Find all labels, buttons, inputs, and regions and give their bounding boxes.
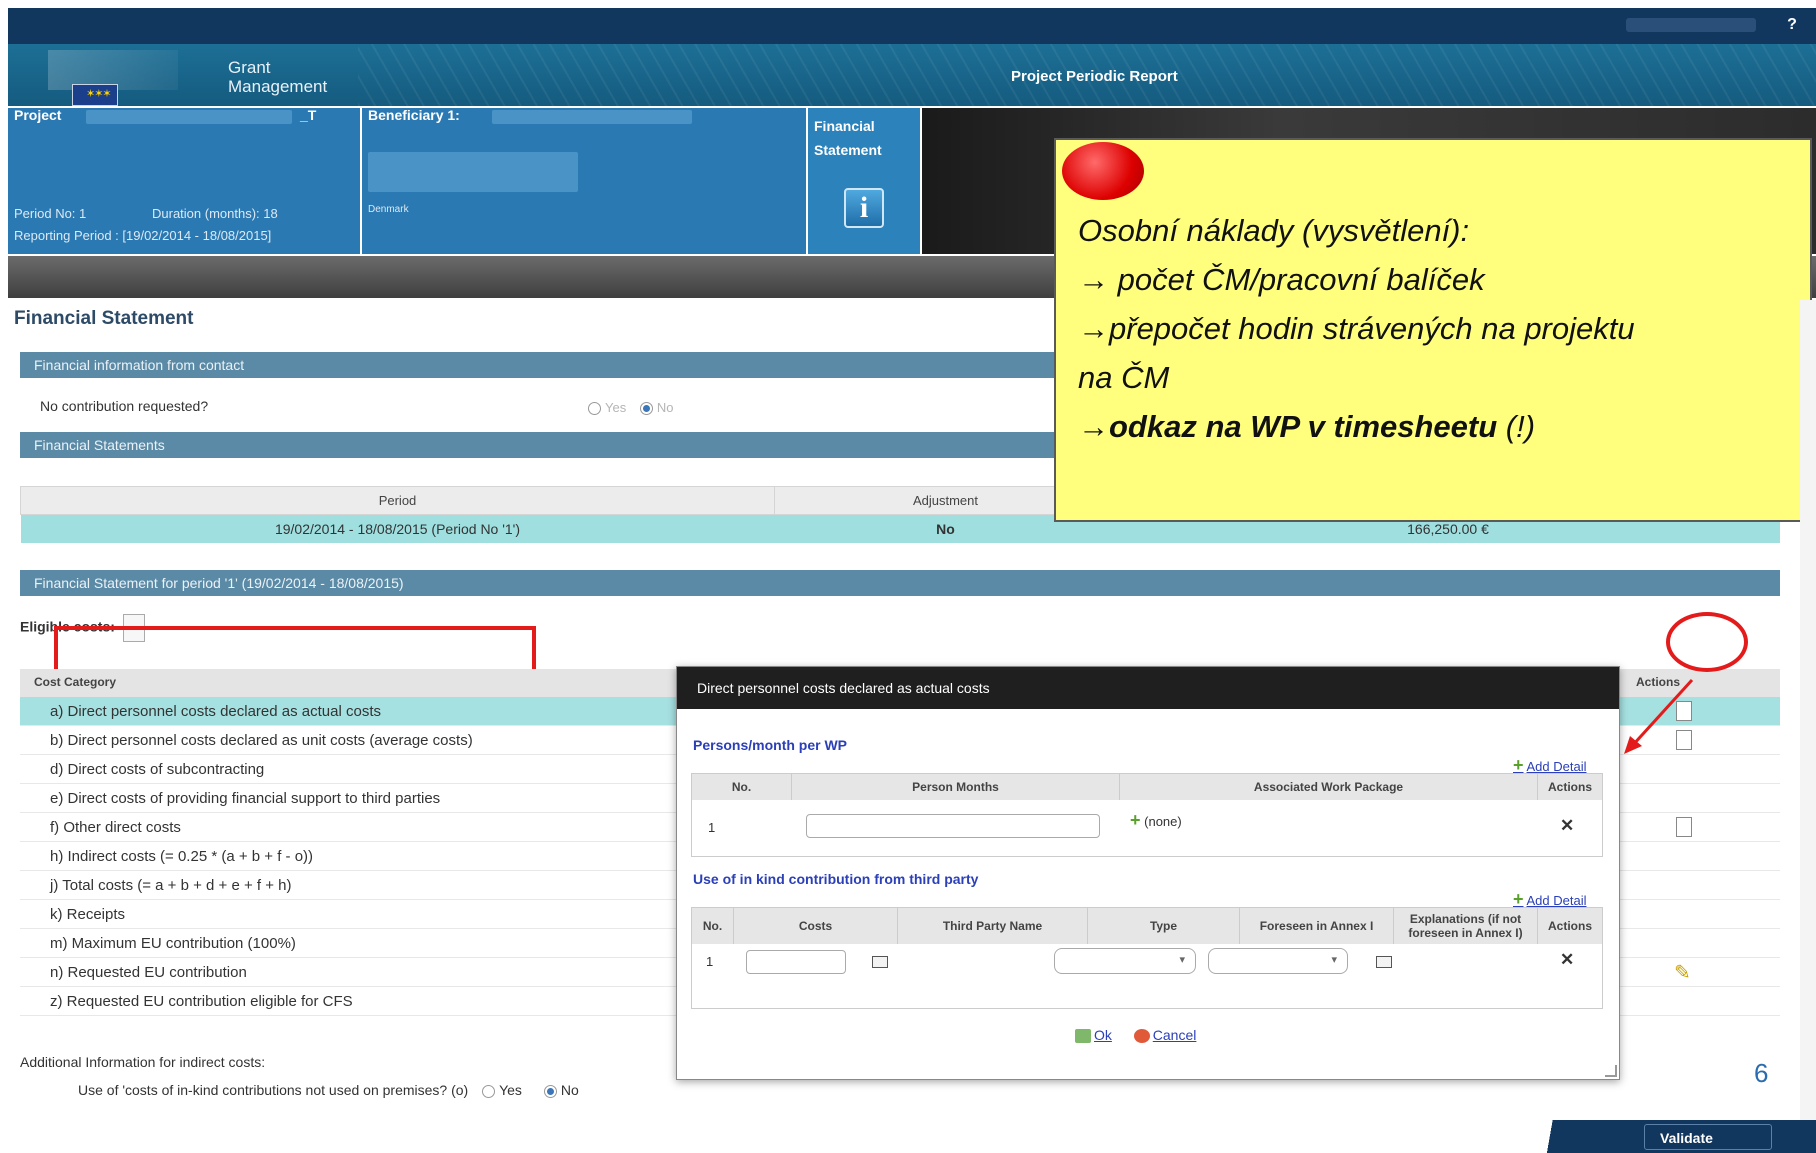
project-info-panel: Project _T Period No: 1 Duration (months… [8,107,360,254]
help-icon[interactable]: ? [1782,16,1802,36]
period-statement-header: Financial Statement for period '1' (19/0… [20,570,1780,596]
radio-no[interactable] [543,1084,557,1098]
annotation-callout: Osobní náklady (vysvětlení): → počet ČM/… [1054,138,1812,522]
beneficiary-name-redacted [492,110,692,124]
cancel-button[interactable]: Cancel [1133,1027,1196,1044]
row-number: 1 [706,954,714,969]
persons-subtitle: Persons/month per WP [693,737,848,753]
additional-question: Use of 'costs of in-kind contributions n… [78,1082,579,1098]
costs-input[interactable] [746,950,846,974]
resize-grip-icon[interactable] [1605,1065,1617,1077]
cancel-icon [1133,1029,1150,1044]
edit-text-icon[interactable] [1376,956,1392,968]
delete-icon[interactable]: ✕ [1560,950,1574,970]
radio-yes[interactable] [588,402,601,416]
app-name: Grant Management [228,58,328,96]
reporting-period: Reporting Period : [19/02/2014 - 18/08/2… [14,228,272,243]
eu-flag-icon: ✶✶✶ [72,84,118,106]
scrollbar[interactable] [1800,300,1816,1120]
beneficiary-label: Beneficiary 1: [368,107,460,123]
section-title: Financial Statement [14,308,194,329]
person-months-input[interactable] [806,814,1100,838]
beneficiary-country: Denmark [368,204,409,215]
validate-bar: Validate [1516,1120,1816,1153]
edit-icon[interactable]: ✎ [1674,960,1696,984]
financial-statement-tab[interactable]: Financial Statement i [808,108,920,254]
radio-yes[interactable] [482,1084,496,1098]
period-no: Period No: 1 [14,206,87,221]
inkind-table: No. Costs Third Party Name Type Foreseen… [691,907,1603,1009]
additional-info-title: Additional Information for indirect cost… [20,1054,266,1070]
ok-icon [1075,1029,1091,1044]
red-dot-icon [1062,142,1144,200]
no-contribution-radio: Yes No [588,400,673,416]
beneficiary-address-redacted [368,152,578,192]
row-period: 19/02/2014 - 18/08/2015 (Period No '1') [20,514,775,543]
row-number: 1 [708,820,716,835]
annotation-text: Osobní náklady (vysvětlení): → počet ČM/… [1078,213,1635,444]
work-package-select[interactable]: + (none) [1130,810,1182,831]
dialog-buttons: Ok Cancel [1075,1027,1214,1044]
annotation-red-circle [1666,612,1748,672]
project-name-redacted [86,110,292,124]
plus-icon: + [1513,755,1524,775]
info-icon[interactable]: i [844,188,884,228]
user-name-redacted [1626,18,1756,32]
foreseen-select[interactable] [1208,948,1348,974]
plus-icon: + [1513,889,1524,909]
inkind-subtitle: Use of in kind contribution from third p… [693,871,979,887]
document-icon[interactable] [1676,817,1692,837]
ok-button[interactable]: Ok [1075,1027,1112,1044]
persons-table: No. Person Months Associated Work Packag… [691,773,1603,857]
annotation-arrow [1624,678,1694,754]
page-number: 6 [1754,1058,1769,1088]
duration: Duration (months): 18 [152,206,278,221]
app-header: ✶✶✶ Grant Management Project Periodic Re… [8,44,1816,106]
radio-no[interactable] [639,402,653,416]
no-contribution-question: No contribution requested? [40,398,209,414]
edit-text-icon[interactable] [872,956,888,968]
type-select[interactable] [1054,948,1196,974]
validate-label: Validate [1660,1130,1713,1146]
project-label: Project [14,107,62,123]
project-acronym: _T [300,107,317,123]
col-period: Period [20,486,775,515]
personnel-costs-dialog: Direct personnel costs declared as actua… [676,666,1620,1080]
dialog-title: Direct personnel costs declared as actua… [677,667,1619,709]
delete-icon[interactable]: ✕ [1560,816,1574,836]
page-title: Project Periodic Report [1011,68,1178,85]
top-bar: ? [8,8,1816,44]
beneficiary-info-panel: Beneficiary 1: Denmark [362,107,806,254]
